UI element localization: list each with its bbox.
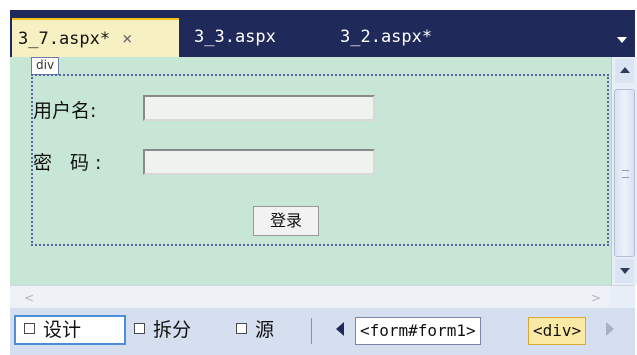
scroll-down-button[interactable] (615, 259, 634, 283)
div-container[interactable]: 用户名: 密 码: 登录 (31, 74, 609, 246)
username-textbox[interactable] (143, 95, 375, 121)
arrow-down-icon (620, 268, 630, 274)
scrollbar-corner (609, 286, 635, 308)
design-view-label: 设计 (43, 319, 82, 341)
tab-label: 3_2.aspx* (340, 27, 433, 47)
tab-3-2-aspx[interactable]: 3_2.aspx* (340, 18, 432, 57)
password-textbox[interactable] (143, 149, 375, 175)
horizontal-scrollbar[interactable]: < > (10, 285, 635, 308)
caret-left-icon[interactable] (336, 322, 344, 336)
vertical-scrollbar[interactable] (611, 57, 637, 285)
scroll-up-button[interactable] (615, 59, 634, 83)
document-tab-strip: 3_7.aspx* × 3_3.aspx 3_2.aspx* (10, 10, 635, 57)
grip-icon (622, 170, 629, 178)
breadcrumb-form[interactable]: <form#form1> (355, 317, 481, 345)
username-label: 用户名: (33, 100, 97, 122)
tab-3-7-aspx[interactable]: 3_7.aspx* × (12, 18, 179, 57)
separator (311, 318, 312, 344)
source-view-icon (236, 323, 247, 334)
document-window: 3_7.aspx* × 3_3.aspx 3_2.aspx* div 用户名: 密… (0, 0, 637, 355)
split-view-label: 拆分 (153, 319, 192, 341)
login-button[interactable]: 登录 (253, 206, 319, 236)
tab-source-view[interactable]: 源 (228, 315, 274, 345)
scrollbar-thumb[interactable] (614, 89, 635, 257)
arrow-up-icon (620, 67, 630, 73)
close-icon[interactable]: × (122, 29, 132, 49)
view-bar: 设计 拆分 源 <form#form1> <div> (10, 308, 635, 355)
split-view-icon (134, 323, 145, 334)
chevron-down-icon[interactable] (617, 37, 627, 43)
arrow-left-icon[interactable]: < (24, 291, 34, 305)
caret-right-icon[interactable] (606, 322, 614, 336)
breadcrumb-div[interactable]: <div> (528, 317, 587, 345)
div-element-tag[interactable]: div (31, 57, 60, 75)
tab-label: 3_7.aspx* (18, 29, 111, 49)
password-label: 密 码: (33, 152, 108, 174)
tab-split-view[interactable]: 拆分 (126, 315, 191, 345)
source-view-label: 源 (255, 319, 275, 341)
arrow-right-icon[interactable]: > (591, 291, 601, 305)
tab-3-3-aspx[interactable]: 3_3.aspx (194, 18, 276, 57)
tab-label: 3_3.aspx (194, 27, 276, 47)
design-view-icon (24, 323, 35, 334)
design-surface[interactable]: div 用户名: 密 码: 登录 (10, 57, 611, 285)
tab-design-view[interactable]: 设计 (14, 315, 126, 345)
